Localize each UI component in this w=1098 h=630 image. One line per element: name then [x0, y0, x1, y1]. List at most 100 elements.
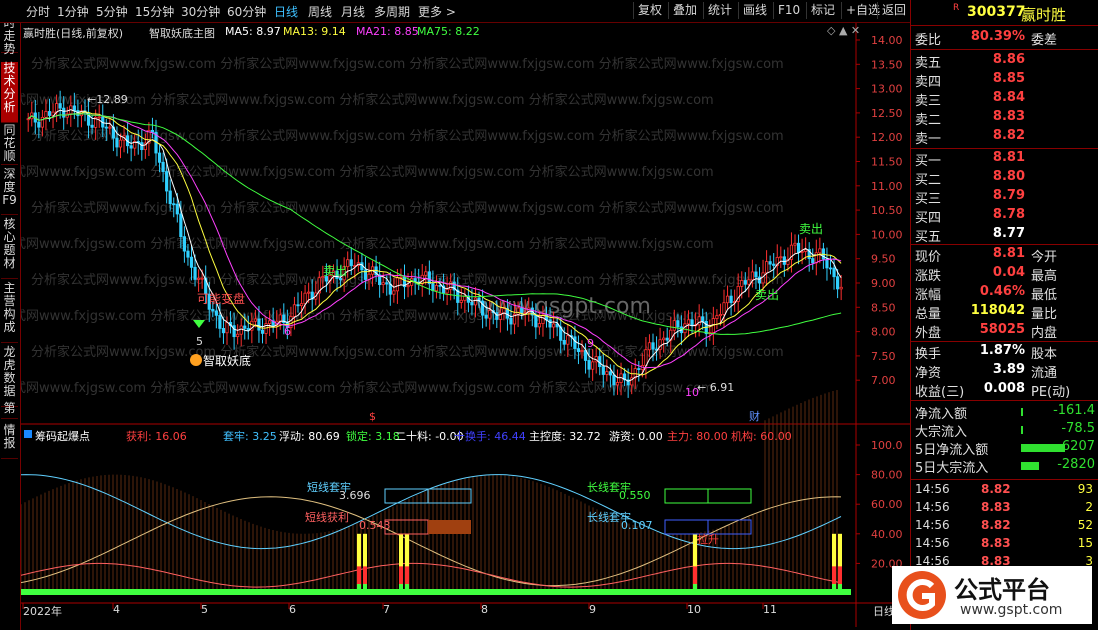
- tick-time: 14:56: [915, 536, 950, 550]
- signal-bar: [693, 566, 697, 585]
- period-tab-5[interactable]: 60分钟: [227, 3, 266, 20]
- candle-body: [445, 288, 449, 294]
- candle-body: [388, 283, 392, 295]
- toolbar-button-7[interactable]: 返回: [877, 2, 910, 19]
- bid-price: 8.79: [992, 188, 1025, 203]
- toolbar-button-5[interactable]: 标记: [806, 2, 839, 19]
- period-tab-0[interactable]: 分时: [26, 3, 50, 20]
- candle-body: [299, 303, 304, 307]
- bid-row: 买一 8.81: [913, 150, 1097, 169]
- toolbar-button-4[interactable]: F10: [773, 2, 804, 19]
- price-tick-label: 9.50: [871, 253, 896, 266]
- flow-value: -6207: [1057, 439, 1095, 454]
- date-label: 2022年: [23, 605, 62, 618]
- toolbar-button-0[interactable]: 复权: [633, 2, 666, 19]
- period-tab-8[interactable]: 月线: [341, 3, 365, 20]
- candle-body: [534, 314, 538, 328]
- period-tab-6[interactable]: 日线: [274, 3, 298, 20]
- candle-body: [779, 256, 783, 259]
- candle-body: [406, 284, 410, 288]
- side-tab-4[interactable]: 核心题材: [1, 218, 18, 279]
- subchart-item-9: 机构: 60.00: [731, 430, 792, 443]
- candle-body: [768, 261, 772, 265]
- candle-body: [431, 283, 435, 292]
- stat-label-2: 量比: [1031, 307, 1058, 322]
- short-profit-value: 0.543: [359, 519, 391, 532]
- side-tab-1[interactable]: 技术分析: [1, 62, 18, 123]
- candle-body: [747, 279, 751, 285]
- candle-body: [676, 320, 680, 328]
- candle-body: [253, 318, 257, 322]
- side-tab-3[interactable]: 深度F9: [1, 168, 18, 215]
- candle-body: [211, 308, 215, 312]
- cycle-number: 6: [284, 325, 291, 338]
- side-tab-5[interactable]: 主营构成: [1, 282, 18, 343]
- stat-row: 收益(三) 0.008 PE(动): [913, 381, 1097, 400]
- candle-body: [179, 213, 183, 238]
- chart-controls-icon[interactable]: ◇ ▲ ✕: [827, 24, 860, 37]
- signal-bar: [363, 584, 367, 593]
- signal-bar: [399, 566, 403, 585]
- candle-body: [715, 315, 719, 319]
- candle-body: [438, 285, 442, 287]
- toolbar-button-1[interactable]: 叠加: [668, 2, 701, 19]
- bid-price: 8.81: [992, 150, 1025, 165]
- side-tab-8[interactable]: 情报: [1, 424, 18, 459]
- candle-body: [434, 285, 439, 292]
- ma21-label: MA21: 8.85: [356, 25, 419, 38]
- candle-body: [686, 319, 691, 325]
- stat-label-2: 股本: [1031, 347, 1058, 362]
- price-tick-label: 7.50: [871, 350, 896, 363]
- period-tab-4[interactable]: 30分钟: [181, 3, 220, 20]
- period-tab-2[interactable]: 5分钟: [96, 3, 128, 20]
- trade-tick-row: 14:56 8.83 2: [911, 500, 1097, 518]
- candle-body: [644, 349, 648, 366]
- candle-body: [509, 317, 513, 325]
- candle-body: [608, 371, 613, 376]
- toolbar-button-2[interactable]: 统计: [703, 2, 736, 19]
- stat-row: 外盘 58025 内盘: [913, 322, 1097, 341]
- candle-body: [552, 323, 556, 328]
- side-tab-6[interactable]: 龙虎数据: [1, 346, 18, 407]
- low-price-label: ← 6.91: [697, 381, 734, 394]
- candle-body: [832, 267, 836, 278]
- candle-body: [772, 263, 776, 266]
- period-tab-9[interactable]: 多周期: [374, 3, 410, 20]
- side-tab-7[interactable]: 第: [1, 402, 18, 419]
- period-tab-7[interactable]: 周线: [308, 3, 332, 20]
- bottom-band: [21, 589, 851, 595]
- candle-body: [839, 286, 843, 290]
- candle-body: [672, 320, 676, 331]
- candle-body: [118, 139, 123, 148]
- chart-area[interactable]: 分析家公式网www.fxjgsw.com 分析家公式网www.fxjgsw.co…: [21, 23, 910, 627]
- tick-time: 14:56: [915, 518, 950, 532]
- date-label: 8: [481, 603, 488, 616]
- toolbar-button-3[interactable]: 画线: [738, 2, 771, 19]
- flow-value: -161.4: [1053, 403, 1095, 418]
- ask-price: 8.83: [992, 109, 1025, 124]
- ask-level: 卖五: [915, 56, 942, 71]
- candle-body: [637, 368, 641, 370]
- ask-level: 卖四: [915, 75, 942, 90]
- candle-body: [612, 374, 616, 386]
- finance-marker: 财: [749, 409, 760, 423]
- date-label: 6: [289, 603, 296, 616]
- candle-body: [573, 336, 577, 349]
- sub-tick-label: 100.0: [871, 439, 903, 452]
- side-tab-2[interactable]: 同花顺: [1, 124, 18, 165]
- subchart-title[interactable]: 筹码起爆点: [35, 428, 90, 444]
- period-tab-3[interactable]: 15分钟: [135, 3, 174, 20]
- candle-body: [193, 266, 197, 280]
- stat-label-2: 内盘: [1031, 326, 1058, 341]
- candle-body: [743, 280, 747, 285]
- short-hold-value: 3.696: [339, 489, 371, 502]
- separator: [911, 479, 1098, 480]
- period-tab-1[interactable]: 1分钟: [57, 3, 89, 20]
- signal-bar: [693, 584, 697, 593]
- kline-chart-svg[interactable]: 分析家公式网www.fxjgsw.com 分析家公式网www.fxjgsw.co…: [21, 23, 910, 627]
- flow-label: 净流入额: [915, 407, 968, 422]
- indicator-name[interactable]: 智取妖底主图: [149, 25, 215, 41]
- period-tab-10[interactable]: 更多 >: [418, 3, 456, 20]
- candle-body: [267, 320, 272, 324]
- candle-body: [665, 337, 669, 341]
